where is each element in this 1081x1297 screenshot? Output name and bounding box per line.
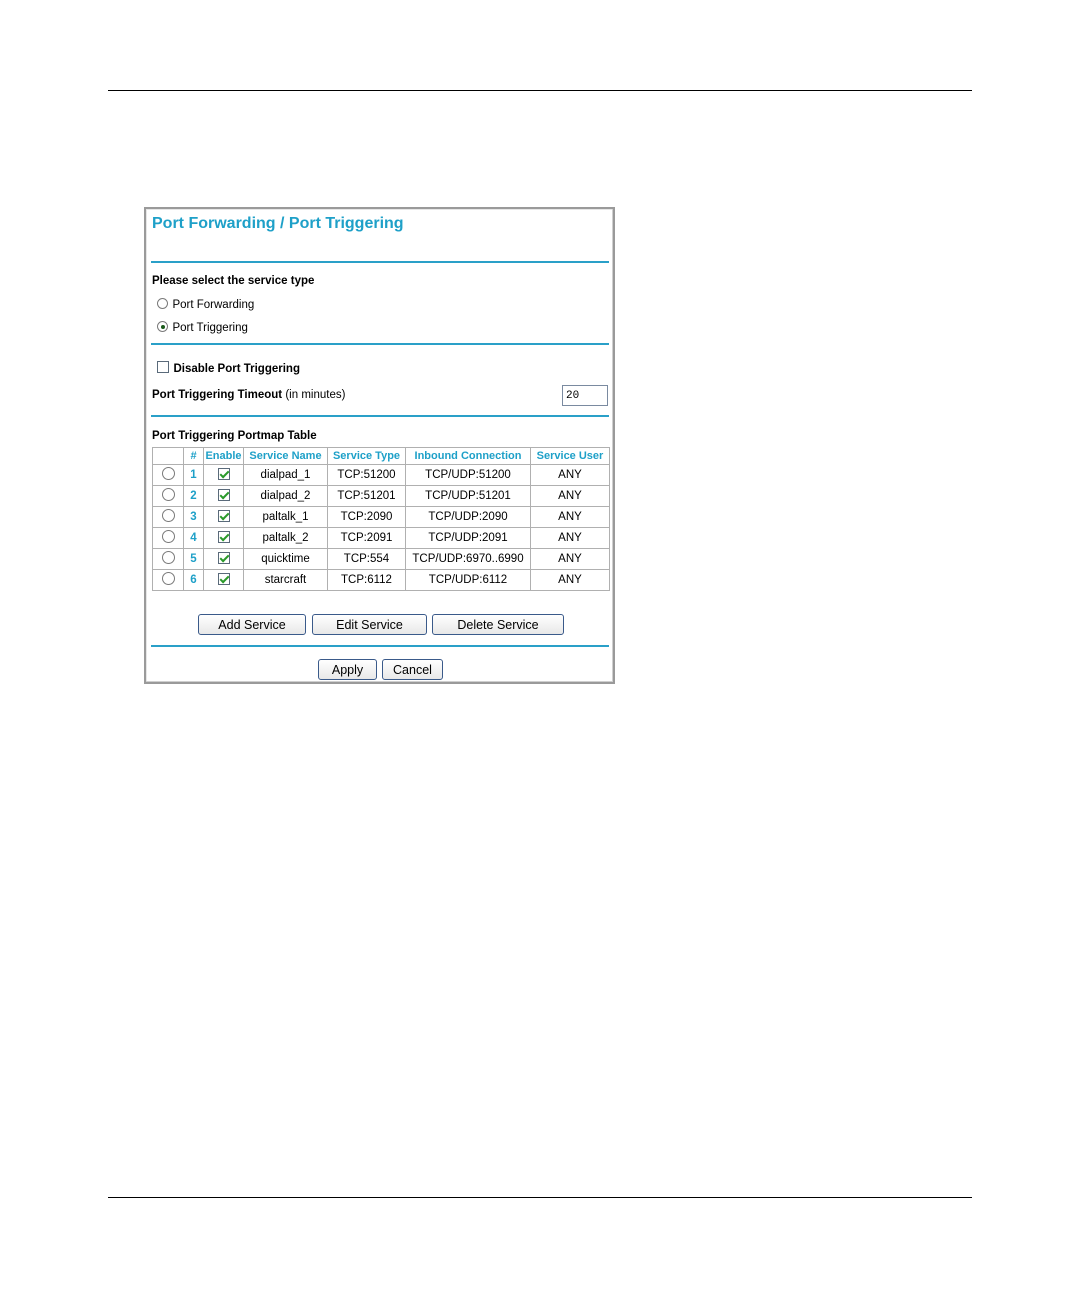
- row-select[interactable]: [152, 464, 184, 486]
- table-row: 6 starcraft TCP:6112 TCP/UDP:6112 ANY: [152, 569, 610, 591]
- apply-button[interactable]: Apply: [318, 659, 377, 680]
- service-type: TCP:2091: [327, 527, 406, 549]
- row-radio[interactable]: [161, 551, 175, 564]
- row-number: 2: [183, 485, 204, 507]
- service-name: dialpad_2: [243, 485, 328, 507]
- service-name: paltalk_2: [243, 527, 328, 549]
- timeout-label-row: Port Triggering Timeout (in minutes): [152, 389, 345, 401]
- timeout-unit: (in minutes): [285, 389, 346, 401]
- row-enable[interactable]: [203, 464, 244, 486]
- service-user: ANY: [530, 506, 610, 528]
- col-inbound-connection: Inbound Connection: [405, 447, 531, 465]
- page-title: Port Forwarding / Port Triggering: [152, 215, 404, 232]
- divider: [151, 343, 609, 345]
- cancel-button[interactable]: Cancel: [382, 659, 443, 680]
- table-row: 3 paltalk_1 TCP:2090 TCP/UDP:2090 ANY: [152, 506, 610, 528]
- timeout-label: Port Triggering Timeout: [152, 389, 283, 401]
- col-service-user: Service User: [530, 447, 610, 465]
- row-select[interactable]: [152, 485, 184, 507]
- service-type: TCP:554: [327, 548, 406, 570]
- service-name: dialpad_1: [243, 464, 328, 486]
- service-type-heading: Please select the service type: [152, 275, 315, 287]
- table-header-row: # Enable Service Name Service Type Inbou…: [152, 447, 610, 465]
- col-select: [152, 447, 184, 465]
- row-select[interactable]: [152, 506, 184, 528]
- divider: [151, 415, 609, 417]
- footer-rule: [108, 1197, 972, 1198]
- service-type: TCP:6112: [327, 569, 406, 591]
- header-rule: [108, 90, 972, 91]
- row-number: 4: [183, 527, 204, 549]
- service-name: quicktime: [243, 548, 328, 570]
- inbound-connection: TCP/UDP:6112: [405, 569, 531, 591]
- row-enable[interactable]: [203, 569, 244, 591]
- inbound-connection: TCP/UDP:2091: [405, 527, 531, 549]
- row-radio[interactable]: [161, 572, 175, 585]
- service-user: ANY: [530, 485, 610, 507]
- delete-service-button[interactable]: Delete Service: [432, 614, 564, 635]
- row-enable[interactable]: [203, 506, 244, 528]
- service-type: TCP:2090: [327, 506, 406, 528]
- service-name: starcraft: [243, 569, 328, 591]
- col-service-name: Service Name: [243, 447, 328, 465]
- checkbox[interactable]: [157, 361, 169, 373]
- inbound-connection: TCP/UDP:51200: [405, 464, 531, 486]
- service-user: ANY: [530, 569, 610, 591]
- radio-label: Port Triggering: [172, 322, 248, 334]
- enable-checkbox[interactable]: [217, 572, 230, 585]
- row-enable[interactable]: [203, 527, 244, 549]
- row-enable[interactable]: [203, 485, 244, 507]
- inbound-connection: TCP/UDP:51201: [405, 485, 531, 507]
- row-select[interactable]: [152, 548, 184, 570]
- row-radio[interactable]: [161, 467, 175, 480]
- row-number: 5: [183, 548, 204, 570]
- enable-checkbox[interactable]: [217, 509, 230, 522]
- disable-port-triggering-checkbox[interactable]: Disable Port Triggering: [157, 360, 300, 378]
- service-user: ANY: [530, 464, 610, 486]
- portmap-table: # Enable Service Name Service Type Inbou…: [152, 447, 610, 591]
- divider: [151, 645, 609, 647]
- service-user: ANY: [530, 527, 610, 549]
- enable-checkbox[interactable]: [217, 488, 230, 501]
- table-row: 5 quicktime TCP:554 TCP/UDP:6970..6990 A…: [152, 548, 610, 570]
- enable-checkbox[interactable]: [217, 467, 230, 480]
- row-radio[interactable]: [161, 488, 175, 501]
- radio-port-forwarding[interactable]: Port Forwarding: [157, 296, 254, 314]
- inbound-connection: TCP/UDP:6970..6990: [405, 548, 531, 570]
- row-number: 3: [183, 506, 204, 528]
- row-number: 1: [183, 464, 204, 486]
- row-select[interactable]: [152, 527, 184, 549]
- service-user: ANY: [530, 548, 610, 570]
- service-name: paltalk_1: [243, 506, 328, 528]
- table-row: 2 dialpad_2 TCP:51201 TCP/UDP:51201 ANY: [152, 485, 610, 507]
- timeout-input[interactable]: [562, 385, 608, 406]
- table-row: 4 paltalk_2 TCP:2091 TCP/UDP:2091 ANY: [152, 527, 610, 549]
- row-radio[interactable]: [161, 530, 175, 543]
- edit-service-button[interactable]: Edit Service: [312, 614, 427, 635]
- col-enable: Enable: [203, 447, 244, 465]
- row-select[interactable]: [152, 569, 184, 591]
- enable-checkbox[interactable]: [217, 530, 230, 543]
- radio-button[interactable]: [157, 321, 168, 332]
- enable-checkbox[interactable]: [217, 551, 230, 564]
- radio-label: Port Forwarding: [172, 299, 255, 311]
- service-type: TCP:51201: [327, 485, 406, 507]
- disable-port-triggering-label: Disable Port Triggering: [173, 363, 300, 375]
- portmap-table-title: Port Triggering Portmap Table: [152, 430, 317, 442]
- radio-port-triggering[interactable]: Port Triggering: [157, 319, 248, 337]
- service-type: TCP:51200: [327, 464, 406, 486]
- inbound-connection: TCP/UDP:2090: [405, 506, 531, 528]
- radio-button[interactable]: [157, 298, 168, 309]
- row-number: 6: [183, 569, 204, 591]
- row-enable[interactable]: [203, 548, 244, 570]
- table-row: 1 dialpad_1 TCP:51200 TCP/UDP:51200 ANY: [152, 464, 610, 486]
- divider: [151, 261, 609, 263]
- row-radio[interactable]: [161, 509, 175, 522]
- router-config-panel: Port Forwarding / Port Triggering Please…: [144, 207, 615, 684]
- col-service-type: Service Type: [327, 447, 406, 465]
- add-service-button[interactable]: Add Service: [198, 614, 306, 635]
- col-number: #: [183, 447, 204, 465]
